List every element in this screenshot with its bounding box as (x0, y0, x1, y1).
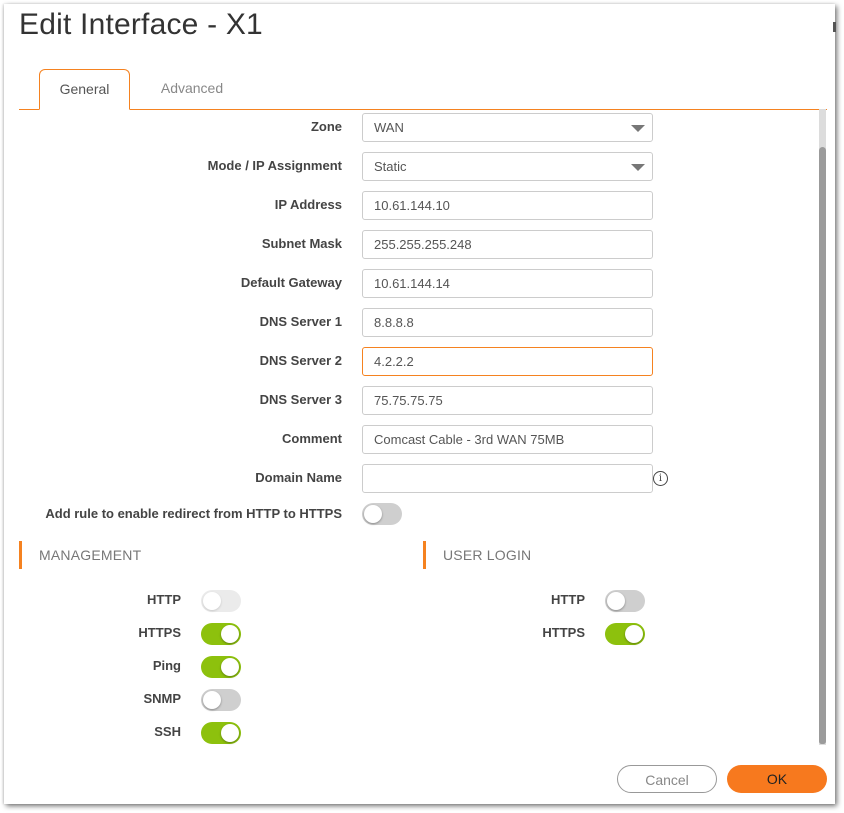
toggle-knob (221, 724, 239, 742)
redirect-row: Add rule to enable redirect from HTTP to… (0, 499, 342, 529)
mgmt-snmp-label: SNMP (143, 691, 181, 706)
mode-value: Static (374, 159, 407, 174)
toggle-knob (607, 592, 625, 610)
user-login-section-title: USER LOGIN (423, 541, 531, 569)
dns3-label: DNS Server 3 (259, 392, 342, 407)
toggle-knob (203, 691, 221, 709)
default-gateway-row: Default Gateway (0, 268, 342, 298)
domain-name-label: Domain Name (255, 470, 342, 485)
dns1-row: DNS Server 1 (0, 307, 342, 337)
login-https-toggle[interactable] (605, 623, 645, 645)
dns3-row: DNS Server 3 (0, 385, 342, 415)
scrollbar-thumb[interactable] (819, 147, 826, 744)
tab-bar: General Advanced (19, 69, 827, 110)
close-icon[interactable] (833, 22, 836, 32)
zone-label: Zone (310, 119, 342, 134)
mgmt-http-toggle[interactable] (201, 590, 241, 612)
mgmt-ssh-label: SSH (154, 724, 181, 739)
dns1-label: DNS Server 1 (259, 314, 342, 329)
zone-select[interactable]: WAN (362, 113, 653, 142)
comment-row: Comment (0, 424, 342, 454)
toggle-knob (221, 625, 239, 643)
tab-general[interactable]: General (39, 69, 130, 110)
zone-row: Zone (0, 112, 342, 142)
dialog-title: Edit Interface - X1 (19, 8, 263, 41)
default-gateway-input[interactable]: 10.61.144.14 (362, 269, 653, 298)
comment-label: Comment (282, 431, 342, 446)
mgmt-ssh-toggle[interactable] (201, 722, 241, 744)
zone-value: WAN (374, 120, 404, 135)
mode-select[interactable]: Static (362, 152, 653, 181)
default-gateway-label: Default Gateway (240, 275, 342, 290)
info-icon[interactable]: i (653, 471, 668, 486)
redirect-toggle[interactable] (362, 503, 402, 525)
dns2-input[interactable]: 4.2.2.2 (362, 347, 653, 376)
ip-address-input[interactable]: 10.61.144.10 (362, 191, 653, 220)
login-https-label: HTTPS (542, 625, 585, 640)
mgmt-http-label: HTTP (147, 592, 181, 607)
management-section-title: MANAGEMENT (19, 541, 141, 569)
domain-name-input[interactable] (362, 464, 653, 493)
subnet-mask-row: Subnet Mask (0, 229, 342, 259)
mgmt-snmp-toggle[interactable] (201, 689, 241, 711)
mgmt-ping-toggle[interactable] (201, 656, 241, 678)
toggle-knob (625, 625, 643, 643)
mode-label: Mode / IP Assignment (207, 158, 342, 173)
ok-button[interactable]: OK (727, 765, 827, 793)
subnet-mask-input[interactable]: 255.255.255.248 (362, 230, 653, 259)
ip-address-label: IP Address (274, 197, 342, 212)
dns1-input[interactable]: 8.8.8.8 (362, 308, 653, 337)
toggle-knob (221, 658, 239, 676)
mode-row: Mode / IP Assignment (0, 151, 342, 181)
tab-advanced[interactable]: Advanced (147, 69, 237, 108)
subnet-mask-label: Subnet Mask (261, 236, 342, 251)
dns3-input[interactable]: 75.75.75.75 (362, 386, 653, 415)
mgmt-ping-label: Ping (152, 658, 181, 673)
mgmt-https-toggle[interactable] (201, 623, 241, 645)
toggle-knob (364, 505, 382, 523)
domain-name-row: Domain Name (0, 463, 342, 493)
chevron-down-icon (631, 164, 645, 171)
chevron-down-icon (631, 125, 645, 132)
login-http-toggle[interactable] (605, 590, 645, 612)
ip-address-row: IP Address (0, 190, 342, 220)
comment-input[interactable]: Comcast Cable - 3rd WAN 75MB (362, 425, 653, 454)
login-http-label: HTTP (551, 592, 585, 607)
cancel-button[interactable]: Cancel (617, 765, 717, 793)
toggle-knob (203, 592, 221, 610)
redirect-label: Add rule to enable redirect from HTTP to… (45, 506, 342, 521)
mgmt-https-label: HTTPS (138, 625, 181, 640)
dns2-row: DNS Server 2 (0, 346, 342, 376)
dns2-label: DNS Server 2 (259, 353, 342, 368)
